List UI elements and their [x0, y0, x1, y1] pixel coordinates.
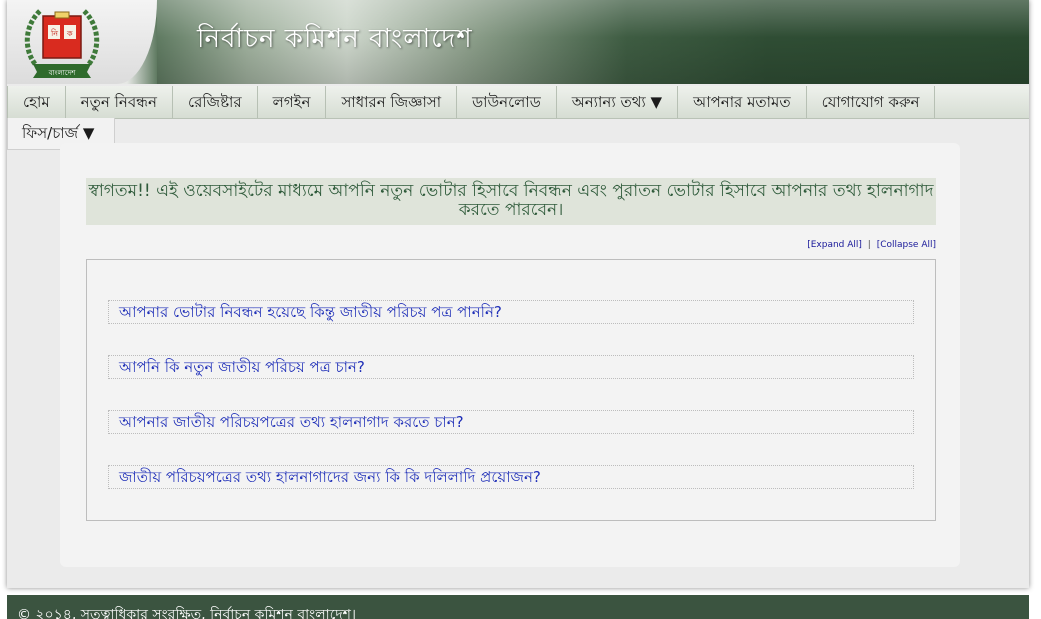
- expand-collapse-controls: [Expand All] | [Collapse All]: [807, 240, 936, 250]
- page-frame: নি ক বাংলাদেশ নির্বাচন কমিশন বাংলাদেশ হো…: [7, 0, 1029, 588]
- nav-item-home[interactable]: হোম: [7, 86, 66, 118]
- nav-item-register[interactable]: রেজিষ্টার: [173, 86, 258, 118]
- nav-item-feedback[interactable]: আপনার মতামত: [678, 86, 807, 118]
- faq-accordion: আপনার ভোটার নিবন্ধন হয়েছে কিন্তু জাতীয়…: [86, 259, 936, 521]
- site-title: নির্বাচন কমিশন বাংলাদেশ: [197, 24, 473, 54]
- faq-item-4[interactable]: জাতীয় পরিচয়পত্রের তথ্য হালনাগাদের জন্য…: [108, 465, 914, 489]
- nav-item-faq[interactable]: সাধারন জিজ্ঞাসা: [326, 86, 458, 118]
- faq-item-2[interactable]: আপনি কি নতুন জাতীয় পরিচয় পত্র চান?: [108, 355, 914, 379]
- site-footer: © ২০১৪, সত্ত্বাধিকার সংরক্ষিত, নির্বাচন …: [7, 595, 1029, 619]
- welcome-message: স্বাগতম!! এই ওয়েবসাইটের মাধ্যমে আপনি নত…: [86, 178, 936, 225]
- faq-item-3[interactable]: আপনার জাতীয় পরিচয়পত্রের তথ্য হালনাগাদ …: [108, 410, 914, 434]
- nav-item-other-info[interactable]: অন্যান্য তথ্য ▼: [557, 86, 679, 118]
- link-separator: |: [867, 240, 871, 250]
- logo-ribbon-text: বাংলাদেশ: [48, 69, 77, 77]
- copyright-text: © ২০১৪, সত্ত্বাধিকার সংরক্ষিত, নির্বাচন …: [17, 607, 356, 619]
- main-nav: হোম নতুন নিবন্ধন রেজিষ্টার লগইন সাধারন জ…: [7, 86, 1029, 119]
- main-content: স্বাগতম!! এই ওয়েবসাইটের মাধ্যমে আপনি নত…: [60, 143, 960, 567]
- election-commission-logo[interactable]: নি ক বাংলাদেশ: [21, 2, 103, 80]
- nav-item-contact[interactable]: যোগাযোগ করুন: [807, 86, 936, 118]
- logo-box-text: নি: [50, 29, 58, 38]
- nav-item-new-registration[interactable]: নতুন নিবন্ধন: [66, 86, 174, 118]
- site-header: নি ক বাংলাদেশ নির্বাচন কমিশন বাংলাদেশ: [7, 0, 1029, 84]
- faq-item-1[interactable]: আপনার ভোটার নিবন্ধন হয়েছে কিন্তু জাতীয়…: [108, 300, 914, 324]
- ribbon-icon: বাংলাদেশ: [33, 64, 91, 78]
- svg-text:ক: ক: [66, 29, 73, 38]
- ballot-box-icon: নি ক: [42, 11, 82, 59]
- collapse-all-link[interactable]: [Collapse All]: [877, 240, 936, 250]
- expand-all-link[interactable]: [Expand All]: [807, 240, 862, 250]
- nav-item-login[interactable]: লগইন: [258, 86, 327, 118]
- nav-item-download[interactable]: ডাউনলোড: [457, 86, 557, 118]
